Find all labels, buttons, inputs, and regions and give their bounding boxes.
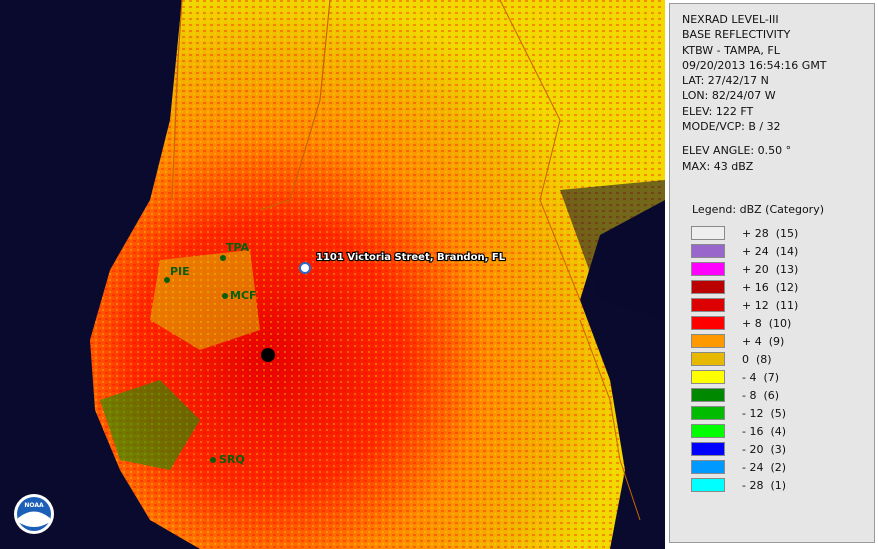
legend-item: + 4 (9)	[691, 332, 798, 350]
legend-label: + 20 (13)	[742, 262, 799, 276]
elevation: ELEV: 122 FT	[682, 104, 754, 118]
legend-label: - 12 (5)	[742, 406, 787, 420]
legend-swatch	[691, 334, 725, 348]
legend-item: - 16 (4)	[691, 422, 798, 440]
legend-title: Legend: dBZ (Category)	[692, 203, 824, 216]
legend-swatch	[691, 262, 725, 276]
legend-item: + 8 (10)	[691, 314, 798, 332]
legend-item: 0 (8)	[691, 350, 798, 368]
legend-label: + 4 (9)	[742, 334, 785, 348]
longitude: LON: 82/24/07 W	[682, 89, 776, 103]
legend-swatch	[691, 226, 725, 240]
noaa-logo-text: NOAA	[24, 502, 44, 509]
noaa-logo-icon: NOAA	[14, 494, 54, 534]
legend-item: + 28 (15)	[691, 224, 798, 242]
legend-label: + 16 (12)	[742, 280, 799, 294]
legend-item: + 24 (14)	[691, 242, 798, 260]
city-dot-tpa	[220, 255, 226, 261]
radar-map[interactable]: 1101 Victoria Street, Brandon, FL TPA PI…	[0, 0, 665, 549]
product-name: NEXRAD LEVEL-III	[682, 13, 779, 26]
product-type: BASE REFLECTIVITY	[682, 28, 791, 42]
city-dot-mcf	[222, 293, 228, 299]
legend-label: + 24 (14)	[742, 244, 799, 258]
mode-vcp: MODE/VCP: B / 32	[682, 120, 781, 134]
city-label-srq: SRQ	[219, 453, 245, 466]
radar-site-marker	[261, 348, 275, 362]
legend-swatch	[691, 424, 725, 438]
legend-item: - 4 (7)	[691, 368, 798, 386]
legend-item: - 28 (1)	[691, 476, 798, 494]
scan-datetime: 09/20/2013 16:54:16 GMT	[682, 58, 827, 72]
station-name: KTBW - TAMPA, FL	[682, 43, 780, 57]
legend-item: - 8 (6)	[691, 386, 798, 404]
latitude: LAT: 27/42/17 N	[682, 74, 769, 88]
legend-item: + 20 (13)	[691, 260, 798, 278]
legend-label: - 20 (3)	[742, 442, 787, 456]
legend-swatch	[691, 280, 725, 294]
max-dbz: MAX: 43 dBZ	[682, 159, 754, 173]
legend-swatch	[691, 352, 725, 366]
legend-swatch	[691, 460, 725, 474]
city-label-tpa: TPA	[226, 241, 250, 254]
elev-angle: ELEV ANGLE: 0.50 °	[682, 144, 792, 158]
legend-label: 0 (8)	[742, 352, 772, 366]
legend-swatch	[691, 388, 725, 402]
legend-item: - 20 (3)	[691, 440, 798, 458]
radar-info: NEXRAD LEVEL-III BASE REFLECTIVITY KTBW …	[682, 12, 827, 174]
legend-swatch	[691, 406, 725, 420]
legend-label: - 8 (6)	[742, 388, 780, 402]
legend-label: - 4 (7)	[742, 370, 780, 384]
city-dot-srq	[210, 457, 216, 463]
legend-item: - 12 (5)	[691, 404, 798, 422]
legend-list: + 28 (15) + 24 (14) + 20 (13) + 16 (12) + 12…	[691, 224, 798, 494]
legend-label: - 28 (1)	[742, 478, 787, 492]
legend-item: - 24 (2)	[691, 458, 798, 476]
legend-swatch	[691, 316, 725, 330]
city-label-mcf: MCF	[230, 289, 257, 302]
legend-label: - 24 (2)	[742, 460, 787, 474]
info-panel: NEXRAD LEVEL-III BASE REFLECTIVITY KTBW …	[669, 3, 875, 543]
legend-item: + 12 (11)	[691, 296, 798, 314]
legend-swatch	[691, 478, 725, 492]
legend-swatch	[691, 442, 725, 456]
legend-swatch	[691, 244, 725, 258]
legend-label: + 12 (11)	[742, 298, 799, 312]
legend-label: - 16 (4)	[742, 424, 787, 438]
legend-label: + 8 (10)	[742, 316, 792, 330]
address-label: 1101 Victoria Street, Brandon, FL	[316, 252, 506, 263]
legend-swatch	[691, 298, 725, 312]
legend-label: + 28 (15)	[742, 226, 799, 240]
location-pin-icon[interactable]	[299, 262, 311, 274]
legend-item: + 16 (12)	[691, 278, 798, 296]
city-label-pie: PIE	[170, 265, 190, 278]
radar-map-canvas: 1101 Victoria Street, Brandon, FL TPA PI…	[0, 0, 665, 549]
legend-swatch	[691, 370, 725, 384]
